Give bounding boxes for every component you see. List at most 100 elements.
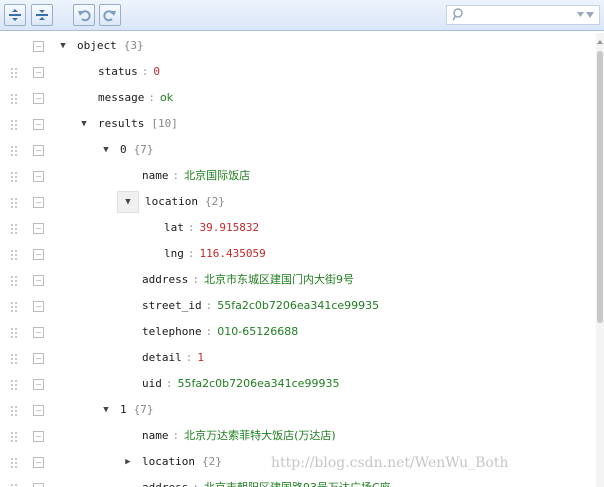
row-checkbox[interactable] <box>33 41 44 52</box>
tree-row[interactable]: ▼ location {2} <box>0 189 596 215</box>
tree-row[interactable]: ▼ object {3} <box>0 33 596 59</box>
field-key: telephone <box>142 325 202 338</box>
drag-handle-icon[interactable] <box>11 328 19 338</box>
tree-row[interactable]: name: 北京国际饭店 <box>0 163 596 189</box>
row-content: name: 北京国际饭店 <box>142 163 250 189</box>
drag-handle-icon[interactable] <box>11 432 19 442</box>
separator: : <box>172 429 180 442</box>
row-checkbox[interactable] <box>33 67 44 78</box>
field-value[interactable]: 55fa2c0b7206ea341ce99935 <box>217 293 379 319</box>
row-content: name: 北京万达索菲特大饭店(万达店) <box>142 423 336 449</box>
expand-toggle-icon[interactable]: ▶ <box>122 449 134 475</box>
drag-handle-icon[interactable] <box>11 406 19 416</box>
row-checkbox[interactable] <box>33 223 44 234</box>
row-checkbox[interactable] <box>33 171 44 182</box>
field-key: 0 <box>120 143 127 156</box>
tree-row[interactable]: telephone:010-65126688 <box>0 319 596 345</box>
row-checkbox[interactable] <box>33 457 44 468</box>
tree-row[interactable]: ▼ results [10] <box>0 111 596 137</box>
field-value[interactable]: 北京万达索菲特大饭店(万达店) <box>184 423 336 449</box>
row-content: lat:39.915832 <box>164 215 259 241</box>
row-checkbox[interactable] <box>33 275 44 286</box>
collapse-toggle-icon[interactable]: ▼ <box>78 111 90 137</box>
drag-handle-icon[interactable] <box>11 302 19 312</box>
tree-row[interactable]: status:0 <box>0 59 596 85</box>
field-key: lat <box>164 221 184 234</box>
collapse-toggle-icon[interactable]: ▼ <box>100 397 112 423</box>
row-checkbox[interactable] <box>33 249 44 260</box>
field-value[interactable]: 116.435059 <box>200 241 266 267</box>
tree-row[interactable]: street_id:55fa2c0b7206ea341ce99935 <box>0 293 596 319</box>
redo-button[interactable] <box>99 4 121 26</box>
separator: : <box>205 299 213 312</box>
collapse-all-button[interactable] <box>31 4 53 26</box>
tree-row[interactable]: message: ok <box>0 85 596 111</box>
row-checkbox[interactable] <box>33 431 44 442</box>
collapse-all-icon <box>36 10 48 20</box>
field-value[interactable]: 北京国际饭店 <box>184 163 250 189</box>
search-input[interactable] <box>465 7 575 23</box>
row-checkbox[interactable] <box>33 93 44 104</box>
tree-row[interactable]: ▼ 0 {7} <box>0 137 596 163</box>
separator: : <box>185 351 193 364</box>
collapse-toggle-icon[interactable]: ▼ <box>57 33 69 59</box>
field-value[interactable]: 北京市东城区建国门内大街9号 <box>204 267 354 293</box>
row-checkbox[interactable] <box>33 353 44 364</box>
drag-handle-icon[interactable] <box>11 94 19 104</box>
tree-row[interactable]: lat:39.915832 <box>0 215 596 241</box>
field-value[interactable]: 北京市朝阳区建国路93号万达广场C座 <box>204 475 391 487</box>
tree-row[interactable]: name: 北京万达索菲特大饭店(万达店) <box>0 423 596 449</box>
drag-handle-icon[interactable] <box>11 380 19 390</box>
row-content: message: ok <box>98 85 173 111</box>
drag-handle-icon[interactable] <box>11 224 19 234</box>
drag-handle-icon[interactable] <box>11 146 19 156</box>
drag-handle-icon[interactable] <box>11 458 19 468</box>
tree-row[interactable]: address: 北京市朝阳区建国路93号万达广场C座 <box>0 475 596 487</box>
collapse-toggle-icon[interactable]: ▼ <box>117 191 139 213</box>
field-value[interactable]: 55fa2c0b7206ea341ce99935 <box>178 371 340 397</box>
row-checkbox[interactable] <box>33 145 44 156</box>
tree-row[interactable]: lng:116.435059 <box>0 241 596 267</box>
drag-handle-icon[interactable] <box>11 276 19 286</box>
tree-row[interactable]: ▶ location {2} <box>0 449 596 475</box>
row-checkbox[interactable] <box>33 197 44 208</box>
field-key: name <box>142 429 169 442</box>
field-key: address <box>142 475 188 487</box>
field-value[interactable]: 010-65126688 <box>217 319 298 345</box>
drag-handle-icon[interactable] <box>11 68 19 78</box>
search-box[interactable] <box>446 5 600 25</box>
drag-handle-icon[interactable] <box>11 250 19 260</box>
row-content: ▼ object {3} <box>57 33 143 59</box>
row-checkbox[interactable] <box>33 327 44 338</box>
item-count: {7} <box>133 143 154 156</box>
field-value[interactable]: 1 <box>197 345 204 371</box>
drag-handle-icon[interactable] <box>11 198 19 208</box>
drag-handle-icon[interactable] <box>11 172 19 182</box>
row-checkbox[interactable] <box>33 483 44 487</box>
row-content: detail:1 <box>142 345 204 371</box>
drag-handle-icon[interactable] <box>11 354 19 364</box>
field-value[interactable]: 0 <box>153 59 160 85</box>
undo-button[interactable] <box>73 4 95 26</box>
scrollbar-thumb[interactable] <box>597 51 603 323</box>
scroll-up-arrow-icon[interactable] <box>597 39 603 45</box>
filter-dropdown-icon[interactable] <box>577 11 595 20</box>
vertical-scrollbar[interactable] <box>596 33 604 487</box>
separator: : <box>187 221 195 234</box>
drag-handle-icon[interactable] <box>11 120 19 130</box>
row-checkbox[interactable] <box>33 119 44 130</box>
tree-row[interactable]: uid:55fa2c0b7206ea341ce99935 <box>0 371 596 397</box>
tree-row[interactable]: address: 北京市东城区建国门内大街9号 <box>0 267 596 293</box>
separator: : <box>141 65 149 78</box>
row-checkbox[interactable] <box>33 405 44 416</box>
expand-all-button[interactable] <box>4 4 26 26</box>
field-value[interactable]: ok <box>160 85 173 111</box>
field-key: results <box>98 117 145 130</box>
collapse-toggle-icon[interactable]: ▼ <box>100 137 112 163</box>
row-checkbox[interactable] <box>33 301 44 312</box>
row-checkbox[interactable] <box>33 379 44 390</box>
tree-row[interactable]: ▼ 1 {7} <box>0 397 596 423</box>
tree-row[interactable]: detail:1 <box>0 345 596 371</box>
separator: : <box>205 325 213 338</box>
field-value[interactable]: 39.915832 <box>200 215 260 241</box>
